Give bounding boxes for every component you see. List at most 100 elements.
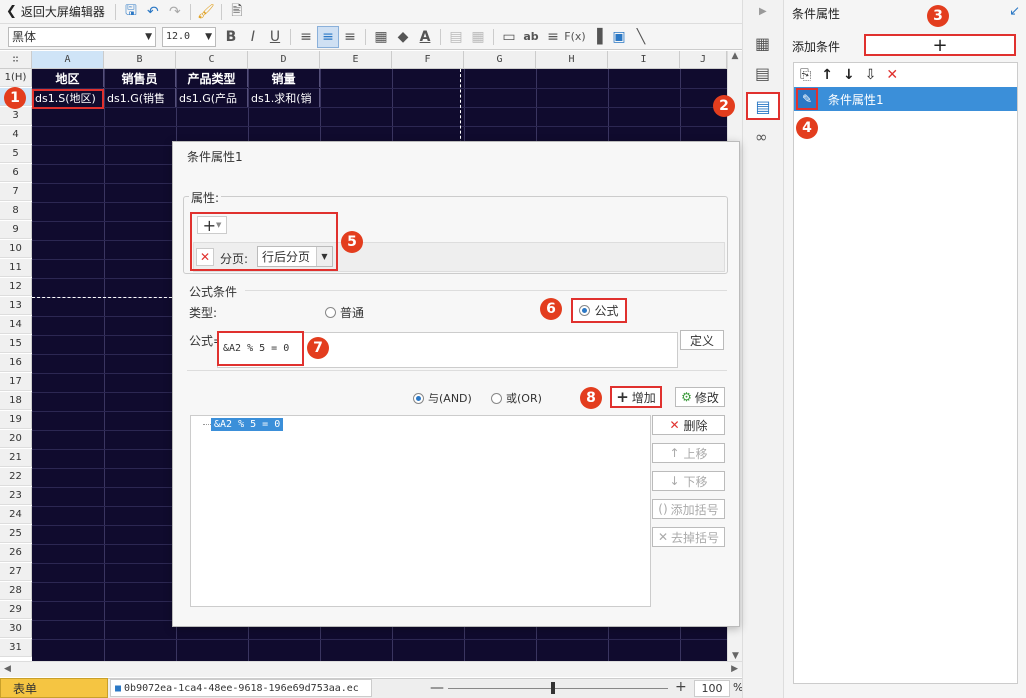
edit-pencil-icon[interactable]: ✎ (796, 88, 818, 110)
move-down-icon[interactable]: ↓ (843, 67, 855, 83)
formula-icon[interactable]: F(x) (564, 26, 586, 48)
row-header[interactable]: 1(H) (0, 69, 32, 87)
list-item[interactable]: ✎ 条件属性1 (794, 87, 1017, 111)
add-condition-dialog-button[interactable]: + 增加 (610, 386, 662, 408)
condition-tree[interactable]: &A2 % 5 = 0 (190, 415, 651, 607)
delete-icon[interactable]: ✕ (886, 67, 898, 83)
sheet-tab[interactable]: 表单 (0, 678, 108, 698)
column-header[interactable]: J (680, 51, 727, 69)
type-normal-radio[interactable]: 普通 (325, 304, 364, 321)
row-header[interactable]: 25 (0, 525, 32, 543)
row-header[interactable]: 7 (0, 183, 32, 201)
scroll-left-icon[interactable]: ◀ (4, 664, 11, 674)
format-brush-icon[interactable]: 🖌 (195, 1, 217, 23)
align-left-icon[interactable]: ≡ (295, 26, 317, 48)
define-button[interactable]: 定义 (680, 330, 724, 350)
row-header[interactable]: 19 (0, 411, 32, 429)
or-radio[interactable]: 或(OR) (491, 390, 542, 406)
merge-cells-icon[interactable]: ▤ (445, 26, 467, 48)
text-icon[interactable]: ab (520, 26, 542, 48)
font-color-icon[interactable]: A (414, 26, 436, 48)
paging-select[interactable]: 行后分页 ▼ (257, 246, 333, 267)
row-header[interactable]: 17 (0, 373, 32, 391)
row-header[interactable]: 3 (0, 107, 32, 125)
row-header[interactable]: 4 (0, 126, 32, 144)
split-cells-icon[interactable]: ▦ (467, 26, 489, 48)
save-icon[interactable]: 🖫 (120, 1, 142, 23)
italic-icon[interactable]: I (242, 26, 264, 48)
column-header[interactable]: G (464, 51, 536, 69)
zoom-out-button[interactable]: — (430, 680, 444, 696)
bold-icon[interactable]: B (220, 26, 242, 48)
header-cell[interactable]: 销售员 (104, 69, 176, 87)
row-header[interactable]: 28 (0, 582, 32, 600)
data-cell[interactable]: ds1.G(产品 (176, 88, 248, 107)
move-up-button[interactable]: ↑ 上移 (652, 443, 725, 463)
header-cell[interactable]: 销量 (248, 69, 320, 87)
column-header[interactable]: C (176, 51, 248, 69)
row-header[interactable]: 31 (0, 639, 32, 657)
cell-attribute-icon[interactable]: ▦ (755, 34, 770, 53)
header-cell[interactable]: 产品类型 (176, 69, 248, 87)
header-cell[interactable]: 地区 (32, 69, 104, 87)
scroll-right-icon[interactable]: ▶ (731, 664, 738, 674)
zoom-slider-handle[interactable] (551, 682, 555, 694)
chart-icon[interactable]: ▐ (586, 26, 608, 48)
row-header[interactable]: 15 (0, 335, 32, 353)
align-center-icon[interactable]: ≡ (317, 25, 339, 48)
sort-icon[interactable]: ⇩ (865, 67, 877, 83)
radio-normal-icon[interactable] (325, 307, 336, 318)
row-header[interactable]: 29 (0, 601, 32, 619)
row-header[interactable]: 27 (0, 563, 32, 581)
radio-and-icon[interactable] (413, 392, 424, 404)
zoom-in-button[interactable]: + (675, 679, 687, 695)
row-header[interactable]: 26 (0, 544, 32, 562)
row-header[interactable]: 8 (0, 202, 32, 220)
delete-button[interactable]: ✕ 删除 (652, 415, 725, 435)
corner-cell[interactable]: ∷ (0, 51, 32, 69)
condition-attribute-icon[interactable]: ▤ (746, 92, 780, 120)
align-right-icon[interactable]: ≡ (339, 26, 361, 48)
preview-icon[interactable]: 🖹 (226, 1, 248, 23)
data-cell[interactable]: ds1.求和(销 (248, 88, 320, 107)
underline-icon[interactable]: U (264, 26, 286, 48)
collapse-panel-icon[interactable]: ↙ (1009, 4, 1020, 19)
file-tab[interactable]: ■ 0b9072ea-1ca4-48ee-9618-196e69d753aa.e… (110, 679, 372, 697)
row-header[interactable]: 21 (0, 449, 32, 467)
column-header[interactable]: A (32, 51, 104, 69)
row-header[interactable]: 23 (0, 487, 32, 505)
row-header[interactable]: 6 (0, 164, 32, 182)
back-button[interactable]: ❮ 返回大屏编辑器 (0, 3, 111, 20)
redo-icon[interactable]: ↷ (164, 1, 186, 23)
row-header[interactable]: 12 (0, 278, 32, 296)
data-cell[interactable]: ds1.G(销售 (104, 88, 176, 107)
remove-attribute-icon[interactable]: ✕ (196, 248, 214, 266)
condition-item[interactable]: &A2 % 5 = 0 (211, 418, 284, 431)
column-header[interactable]: I (608, 51, 680, 69)
column-header[interactable]: E (320, 51, 392, 69)
image-icon[interactable]: ▣ (608, 26, 630, 48)
row-header[interactable]: 10 (0, 240, 32, 258)
add-bracket-button[interactable]: () 添加括号 (652, 499, 725, 519)
font-family-select[interactable]: 黑体 ▼ (8, 26, 156, 47)
row-header[interactable]: 30 (0, 620, 32, 638)
radio-or-icon[interactable] (491, 392, 502, 404)
row-header[interactable]: 24 (0, 506, 32, 524)
and-radio[interactable]: 与(AND) (413, 390, 472, 406)
row-header[interactable]: 9 (0, 221, 32, 239)
add-attribute-button[interactable]: + ▼ (197, 216, 227, 235)
remove-bracket-button[interactable]: ✕ 去掉括号 (652, 527, 725, 547)
add-condition-button[interactable]: + (864, 34, 1016, 56)
row-header[interactable]: 11 (0, 259, 32, 277)
scroll-down-icon[interactable]: ▼ (728, 651, 743, 661)
cell-element-icon[interactable]: ▤ (755, 64, 770, 83)
collapse-arrow-icon[interactable]: ▶ (759, 6, 767, 17)
undo-icon[interactable]: ↶ (142, 1, 164, 23)
row-header[interactable]: 22 (0, 468, 32, 486)
fill-color-icon[interactable]: ◆ (392, 26, 414, 48)
type-formula-radio[interactable]: 公式 (571, 298, 627, 323)
move-up-icon[interactable]: ↑ (821, 67, 833, 83)
row-header[interactable]: 13 (0, 297, 32, 315)
row-header[interactable]: 14 (0, 316, 32, 334)
move-down-button[interactable]: ↓ 下移 (652, 471, 725, 491)
